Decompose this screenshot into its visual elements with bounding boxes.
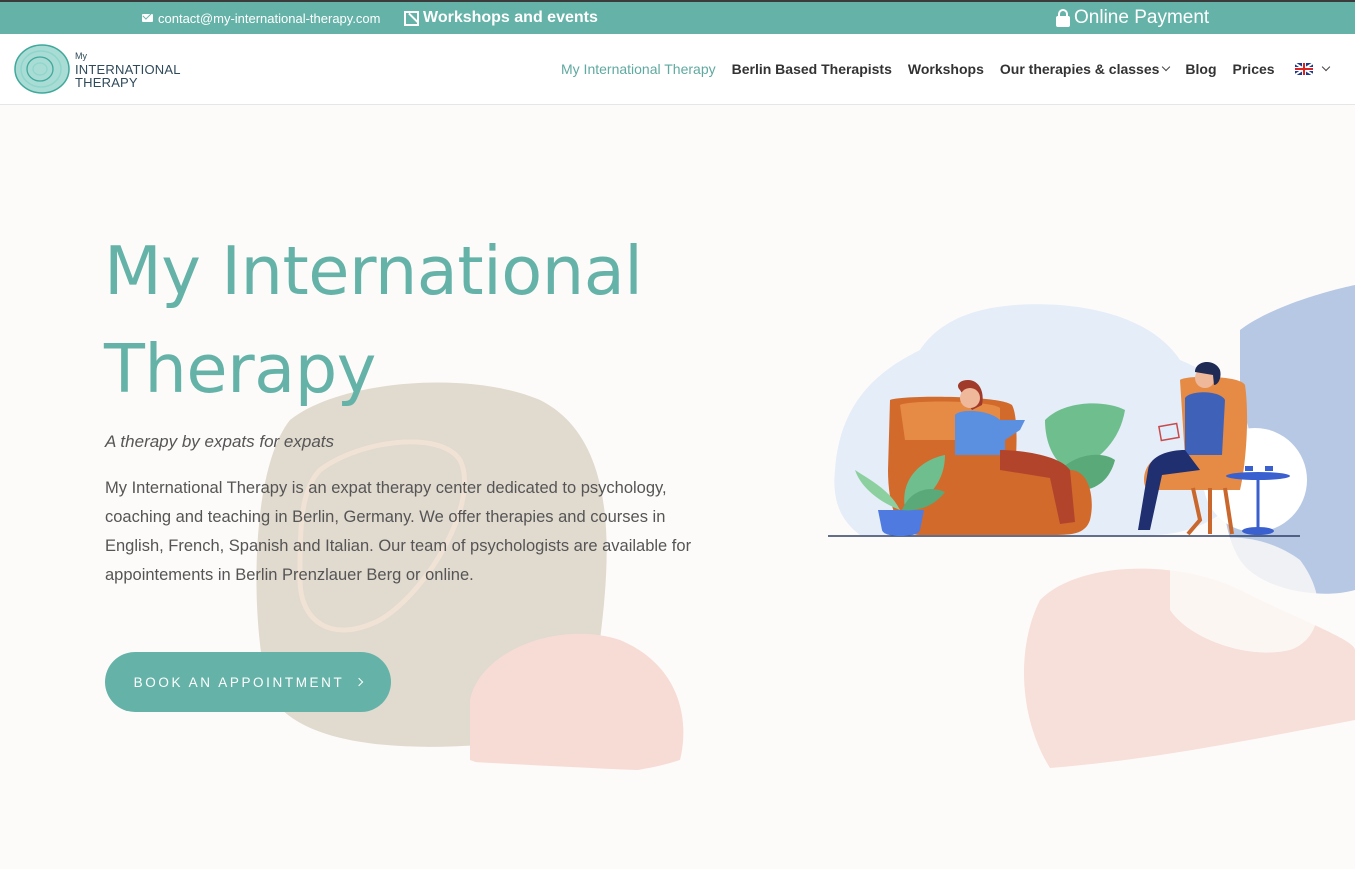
logo-wordmark: My INTERNATIONAL THERAPY <box>75 50 181 89</box>
main-nav: My International Therapy Berlin Based Th… <box>561 34 1345 104</box>
book-appointment-label: BOOK AN APPOINTMENT <box>133 674 345 690</box>
workshops-events-text: Workshops and events <box>423 9 598 26</box>
hero-description: My International Therapy is an expat the… <box>105 479 692 584</box>
hero-tagline: A therapy by expats for expats <box>105 432 334 451</box>
chevron-down-icon <box>1162 62 1171 72</box>
nav-item-home[interactable]: My International Therapy <box>561 61 716 77</box>
external-link-icon <box>404 10 419 26</box>
uk-flag-icon <box>1294 63 1313 75</box>
nav-item-therapies-classes[interactable]: Our therapies & classes <box>999 61 1171 77</box>
site-header: My INTERNATIONAL THERAPY My Internationa… <box>0 34 1355 105</box>
logo-swirl-icon <box>14 44 70 94</box>
top-bar: contact@my-international-therapy.com Wor… <box>0 0 1355 34</box>
logo-line-international: INTERNATIONAL <box>75 61 181 77</box>
nav-item-workshops[interactable]: Workshops <box>908 61 984 77</box>
online-payment-text: Online Payment <box>1074 7 1210 28</box>
language-switcher[interactable] <box>1291 62 1330 75</box>
contact-email-text: contact@my-international-therapy.com <box>158 10 381 26</box>
chevron-down-icon <box>1321 62 1330 72</box>
book-appointment-button[interactable]: BOOK AN APPOINTMENT <box>105 652 391 712</box>
workshops-events-link[interactable]: Workshops and events <box>404 2 598 34</box>
nav-item-prices[interactable]: Prices <box>1233 61 1275 77</box>
envelope-icon <box>142 14 153 22</box>
nav-item-therapists[interactable]: Berlin Based Therapists <box>732 61 892 77</box>
lock-icon <box>1056 8 1070 27</box>
contact-email-link[interactable]: contact@my-international-therapy.com <box>142 2 381 34</box>
logo-line-my: My <box>75 50 87 61</box>
nav-item-therapies-label: Our therapies & classes <box>999 61 1160 77</box>
hero-title: My International Therapy <box>104 232 643 408</box>
online-payment-link[interactable]: Online Payment <box>1056 2 1209 34</box>
site-logo[interactable]: My INTERNATIONAL THERAPY <box>13 43 181 95</box>
nav-item-blog[interactable]: Blog <box>1185 61 1216 77</box>
chevron-right-icon <box>355 677 364 687</box>
logo-line-therapy: THERAPY <box>75 74 138 90</box>
therapy-session-illustration <box>828 304 1307 537</box>
